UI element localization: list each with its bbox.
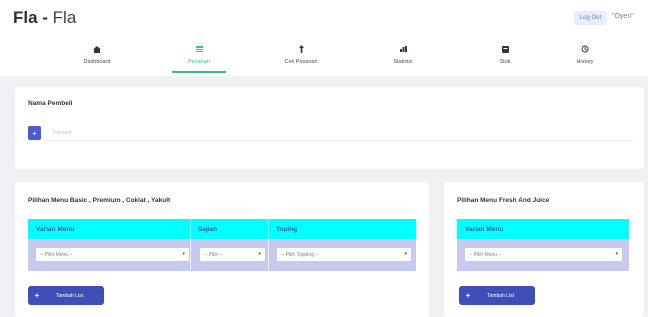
chevron-down-icon: ▾ <box>258 251 261 257</box>
basic-table-header: Varian Menu Sajian Toping <box>28 219 416 239</box>
add-list-label: Tambah List <box>56 292 83 299</box>
menu-select-value: -- Pilih Menu -- <box>40 251 73 258</box>
nav-label-statistic: Statistic <box>393 59 413 65</box>
fresh-menu-card: Pilihan Menu Fresh And Juice Varian Menu… <box>444 182 644 317</box>
add-buyer-button[interactable]: + <box>28 126 41 140</box>
order-icon <box>195 42 203 56</box>
add-list-button-fresh[interactable]: + Tambah List <box>459 286 535 305</box>
nav-item-pesanan[interactable]: Pesanan <box>154 36 244 72</box>
column-header-varian: Varian Menu <box>36 225 75 233</box>
nav-label-cek-pesanan: Cek Pesanan <box>284 59 318 65</box>
topping-select-value: -- Pilih Topping -- <box>281 251 319 258</box>
chart-icon <box>399 42 407 56</box>
column-header-varian: Varian Menu <box>465 225 504 233</box>
brand-separator: - <box>37 8 53 27</box>
plus-icon: + <box>34 291 40 300</box>
basic-menu-title: Pilihan Menu Basic , Premium , Coklat , … <box>28 197 171 204</box>
buyer-card: Nama Pembeli + Pembeli <box>15 87 644 169</box>
nav-item-statistic[interactable]: Statistic <box>358 36 448 72</box>
nav-label-history: History <box>576 59 594 65</box>
plus-icon: + <box>465 291 471 300</box>
basic-table-row: -- Pilih Menu -- ▾ -- Pilih -- ▾ -- Pili… <box>28 239 416 271</box>
sajian-select[interactable]: -- Pilih -- ▾ <box>199 247 266 262</box>
nav-item-cek-pesanan[interactable]: Cek Pesanan <box>256 36 346 72</box>
chevron-down-icon: ▾ <box>182 251 185 257</box>
nav-label-pesanan: Pesanan <box>188 59 210 65</box>
buyer-name-input[interactable]: Pembeli <box>43 125 633 141</box>
fresh-table-header: Varian Menu <box>457 219 629 239</box>
fresh-menu-select-value: -- Pilih Menu -- <box>469 251 502 258</box>
logout-button[interactable]: Log Out <box>574 11 607 25</box>
check-order-icon <box>298 42 304 56</box>
history-icon <box>581 42 589 56</box>
stock-icon <box>501 42 509 56</box>
brand-bold: Fla <box>13 8 38 27</box>
column-divider <box>268 219 269 271</box>
buyer-title: Nama Pembeli <box>28 100 73 107</box>
column-header-sajian: Sajian <box>198 225 218 233</box>
nav-item-stok[interactable]: Stok <box>460 36 550 72</box>
nav-label-dashboard: Dashboard <box>83 59 111 65</box>
active-tab-indicator <box>172 71 226 73</box>
topping-select[interactable]: -- Pilih Topping -- ▾ <box>276 247 412 262</box>
chevron-down-icon: ▾ <box>404 251 407 257</box>
fresh-menu-select[interactable]: -- Pilih Menu -- ▾ <box>464 247 623 262</box>
main-nav: Dashboard Pesanan Cek Pesanan Statistic … <box>0 36 648 76</box>
add-list-button[interactable]: + Tambah List <box>28 286 104 305</box>
home-icon <box>93 42 101 56</box>
column-header-toping: Toping <box>276 225 298 233</box>
add-list-label: Tambah List <box>487 292 514 299</box>
fresh-menu-title: Pilihan Menu Fresh And Juice <box>457 197 550 204</box>
column-divider <box>190 219 191 271</box>
nav-item-dashboard[interactable]: Dashboard <box>52 36 142 72</box>
fresh-table-row: -- Pilih Menu -- ▾ <box>457 239 629 271</box>
brand-title[interactable]: Fla - Fla <box>13 8 76 28</box>
nav-item-history[interactable]: History <box>540 36 630 72</box>
top-navbar: Fla - Fla Log Out "Oyen" Dashboard Pesan… <box>0 0 648 76</box>
brand-light: Fla <box>52 8 77 27</box>
user-name[interactable]: "Oyen" <box>612 13 634 20</box>
nav-label-stok: Stok <box>499 59 511 65</box>
basic-menu-card: Pilihan Menu Basic , Premium , Coklat , … <box>15 182 429 317</box>
chevron-down-icon: ▾ <box>615 251 618 257</box>
sajian-select-value: -- Pilih -- <box>204 251 223 258</box>
menu-select[interactable]: -- Pilih Menu -- ▾ <box>35 247 190 262</box>
